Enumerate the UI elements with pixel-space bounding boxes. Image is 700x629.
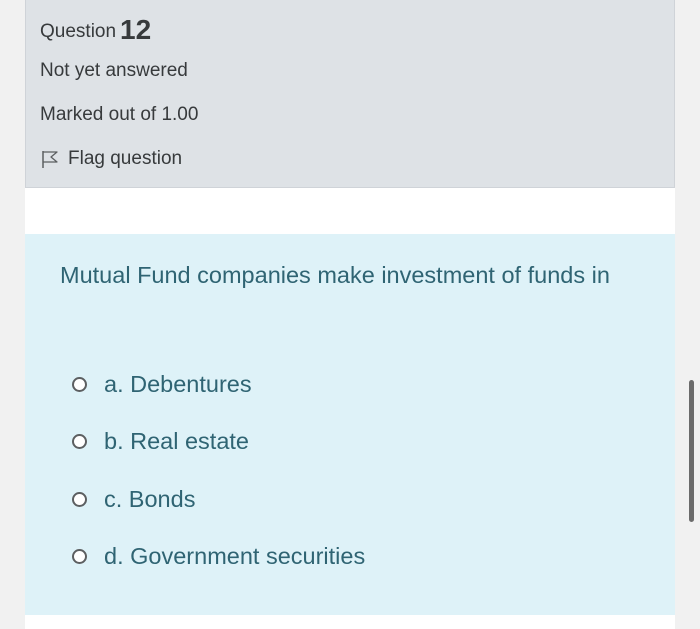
flag-question-label: Flag question bbox=[68, 148, 183, 169]
answer-option-c[interactable]: c. Bonds bbox=[72, 486, 195, 513]
answer-label: c. Bonds bbox=[104, 486, 196, 512]
answer-label: b. Real estate bbox=[104, 428, 250, 454]
flag-question-link[interactable]: Flag question bbox=[40, 148, 182, 170]
question-text: Mutual Fund companies make investment of… bbox=[60, 262, 610, 288]
question-info-panel: Question 12 Not yet answered Marked out o… bbox=[25, 0, 675, 188]
question-heading: Question 12 bbox=[40, 12, 152, 45]
answer-label: d. Government securities bbox=[104, 543, 366, 569]
question-number: 12 bbox=[120, 14, 152, 45]
question-label: Question bbox=[40, 21, 117, 42]
quiz-page: Question 12 Not yet answered Marked out o… bbox=[25, 0, 675, 629]
answer-option-b[interactable]: b. Real estate bbox=[72, 428, 249, 455]
radio-button[interactable] bbox=[72, 492, 87, 507]
answer-option-a[interactable]: a. Debentures bbox=[72, 371, 252, 398]
radio-button[interactable] bbox=[72, 434, 87, 449]
radio-button[interactable] bbox=[72, 549, 87, 564]
question-grade: Marked out of 1.00 bbox=[40, 104, 199, 125]
question-content-panel: Mutual Fund companies make investment of… bbox=[25, 234, 675, 615]
vertical-scrollbar[interactable] bbox=[689, 380, 694, 522]
question-state: Not yet answered bbox=[40, 60, 188, 81]
flag-icon bbox=[40, 149, 60, 169]
answer-option-d[interactable]: d. Government securities bbox=[72, 543, 365, 570]
radio-button[interactable] bbox=[72, 377, 87, 392]
answer-label: a. Debentures bbox=[104, 371, 252, 397]
